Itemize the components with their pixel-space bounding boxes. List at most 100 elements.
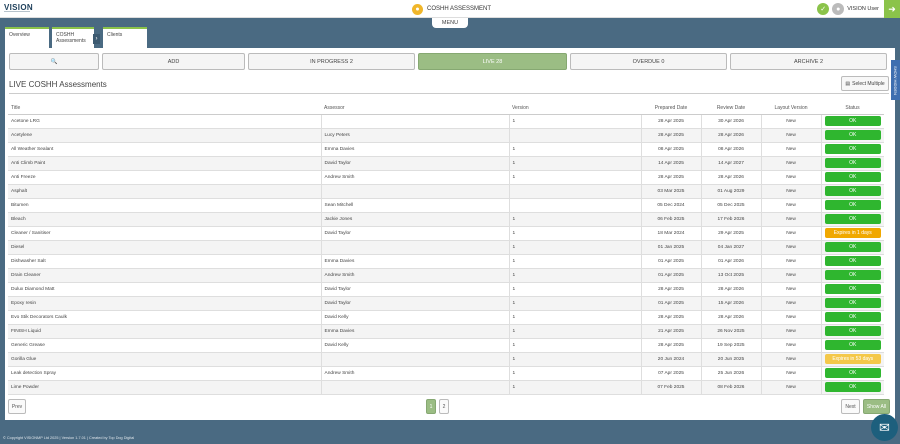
status-badge[interactable]: OK [824, 326, 881, 336]
status-badge[interactable]: OK [824, 340, 881, 350]
status-badge[interactable]: OK [824, 172, 881, 182]
table-row[interactable]: Diesel 1 01 Jan 2025 04 Jan 2027 New OK [8, 240, 884, 255]
user-name[interactable]: VISION User [847, 6, 879, 12]
cell-review-date: 05 Dec 2025 [700, 198, 761, 213]
table-row[interactable]: Acetone LRG 1 28 Apr 2025 30 Apr 2026 New OK [8, 114, 884, 129]
show-hidden-tab[interactable]: SHOW HIDDEN [891, 60, 900, 100]
table-row[interactable]: All Weather Sealant Emma Davies 1 08 Apr 20… [8, 142, 884, 157]
status-globe-icon[interactable]: ✓ [817, 3, 830, 15]
table-row[interactable]: Leak detection Spray Andrew Smith 1 07 Apr … [8, 366, 884, 381]
table-row[interactable]: Anti Climb Paint David Taylor 1 14 Apr 2025… [8, 156, 884, 171]
cell-review-date: 28 Apr 2026 [700, 128, 761, 143]
table-row[interactable]: Gorilla Glue 1 20 Jun 2024 20 Jun 2025 New Ex… [8, 352, 884, 367]
status-badge[interactable]: OK [824, 214, 881, 224]
logout-icon[interactable]: ➜ [884, 0, 900, 18]
cell-assessor: Andrew Smith [320, 366, 509, 381]
pagination: Prev 1 2 Next Show All [8, 399, 890, 415]
status-badge[interactable]: OK [824, 242, 881, 252]
status-badge[interactable]: OK [824, 256, 881, 266]
search-button[interactable]: 🔍 [9, 53, 99, 70]
live-button[interactable]: LIVE 28 [418, 53, 567, 70]
status-badge[interactable]: OK [824, 116, 881, 126]
table-row[interactable]: FINISH Liquid Emma Davies 1 21 Apr 2025 26 N… [8, 324, 884, 339]
prev-button[interactable]: Prev [8, 399, 26, 414]
cell-layout-version: New [760, 380, 821, 395]
filter-bar: 🔍 ADD IN PROGRESS 2 LIVE 28 OVERDUE 0 AR… [9, 53, 887, 70]
col-header-status[interactable]: Status [821, 102, 884, 115]
status-badge[interactable]: OK [824, 382, 881, 392]
tab-overview[interactable]: Overview [5, 27, 49, 48]
table-row[interactable]: Cleaner / Sanitiser David Taylor 1 18 Mar 2… [8, 226, 884, 241]
show-all-button[interactable]: Show All [863, 399, 890, 414]
col-header-version[interactable]: Version [509, 102, 641, 115]
in-progress-button[interactable]: IN PROGRESS 2 [248, 53, 415, 70]
status-badge[interactable]: OK [824, 368, 881, 378]
status-badge[interactable]: OK [824, 298, 881, 308]
status-badge[interactable]: OK [824, 200, 881, 210]
col-header-title[interactable]: Title [8, 102, 321, 115]
col-header-review[interactable]: Review Date [701, 102, 761, 115]
cell-title: Bleach [8, 212, 321, 227]
tab-clients[interactable]: Clients [103, 27, 147, 48]
cell-layout-version: New [760, 240, 821, 255]
table-row[interactable]: Lime Powder 1 07 Feb 2025 08 Feb 2026 New OK [8, 380, 884, 395]
table-row[interactable]: Asphalt 03 Mar 2025 01 Aug 2029 New OK [8, 184, 884, 199]
page-2-button[interactable]: 2 [439, 399, 449, 414]
cell-status: OK [820, 128, 884, 143]
table-row[interactable]: Dishwasher Salt Emma Davies 1 01 Apr 2025 01… [8, 254, 884, 269]
cell-version: 1 [508, 268, 641, 283]
page-1-button[interactable]: 1 [426, 399, 436, 414]
user-avatar-icon[interactable]: ● [832, 3, 845, 15]
table-row[interactable]: Generic Grease David Kelly 1 28 Apr 2025 19 … [8, 338, 884, 353]
archive-button[interactable]: ARCHIVE 2 [730, 53, 887, 70]
menu-button[interactable]: MENU [432, 18, 468, 28]
table-row[interactable]: Anti Freeze Andrew Smith 1 28 Apr 2025 28 Ap… [8, 170, 884, 185]
next-button[interactable]: Next [841, 399, 860, 414]
cell-assessor: Jackie Jones [320, 212, 509, 227]
add-button[interactable]: ADD [102, 53, 245, 70]
cell-review-date: 04 Jan 2027 [700, 240, 761, 255]
status-badge[interactable]: OK [824, 130, 881, 140]
status-badge[interactable]: OK [824, 186, 881, 196]
mail-icon[interactable]: ✉ [871, 414, 898, 441]
cell-review-date: 28 Apr 2026 [700, 282, 761, 297]
overdue-button[interactable]: OVERDUE 0 [570, 53, 727, 70]
col-header-layout[interactable]: Layout Version [761, 102, 821, 115]
cell-prepared-date: 01 Apr 2025 [640, 254, 701, 269]
status-badge[interactable]: OK [824, 144, 881, 154]
cell-prepared-date: 03 Mar 2025 [640, 184, 701, 199]
status-badge[interactable]: Expires in 1 days [824, 228, 881, 238]
table-row[interactable]: Drain Cleaner Andrew Smith 1 01 Apr 2025 13 … [8, 268, 884, 283]
tab-coshh-label: COSHH Assessments [56, 32, 86, 44]
cell-title: Gorilla Glue [8, 352, 321, 367]
cell-version: 1 [508, 156, 641, 171]
table-row[interactable]: Bitumen Sean Mitchell 05 Dec 2024 05 Dec 20… [8, 198, 884, 213]
table-row[interactable]: Acetylene Lucy Peters 28 Apr 2025 28 Apr 20… [8, 128, 884, 143]
nav-tabs: Overview COSHH Assessments › Clients [5, 27, 147, 49]
col-header-assessor[interactable]: Assessor [321, 102, 509, 115]
checklist-icon: ▤ [845, 80, 851, 87]
table-row[interactable]: Evo Stik Decorators Caulk David Kelly 1 28 … [8, 310, 884, 325]
select-multiple-label: Select Multiple [852, 80, 885, 87]
status-badge[interactable]: Expires in 53 days [824, 354, 881, 364]
status-badge[interactable]: OK [824, 312, 881, 322]
cell-version [508, 184, 641, 199]
status-badge[interactable]: OK [824, 158, 881, 168]
cell-title: Lime Powder [8, 380, 321, 395]
tab-coshh-assessments[interactable]: COSHH Assessments › [52, 27, 100, 49]
cell-prepared-date: 01 Apr 2025 [640, 296, 701, 311]
status-badge[interactable]: OK [824, 270, 881, 280]
cell-prepared-date: 28 Apr 2025 [640, 170, 701, 185]
cell-layout-version: New [760, 212, 821, 227]
table-row[interactable]: Dulux Diamond Matt David Taylor 1 28 Apr 20… [8, 282, 884, 297]
cell-status: OK [820, 212, 884, 227]
col-header-prepared[interactable]: Prepared Date [641, 102, 701, 115]
status-badge[interactable]: OK [824, 284, 881, 294]
cell-status: OK [820, 324, 884, 339]
cell-assessor [320, 380, 509, 395]
cell-layout-version: New [760, 366, 821, 381]
table-row[interactable]: Epoxy resin David Taylor 1 01 Apr 2025 15 Ap… [8, 296, 884, 311]
select-multiple-button[interactable]: ▤ Select Multiple [841, 76, 889, 91]
cell-review-date: 25 Jun 2026 [700, 366, 761, 381]
table-row[interactable]: Bleach Jackie Jones 1 06 Feb 2025 17 Feb 202… [8, 212, 884, 227]
